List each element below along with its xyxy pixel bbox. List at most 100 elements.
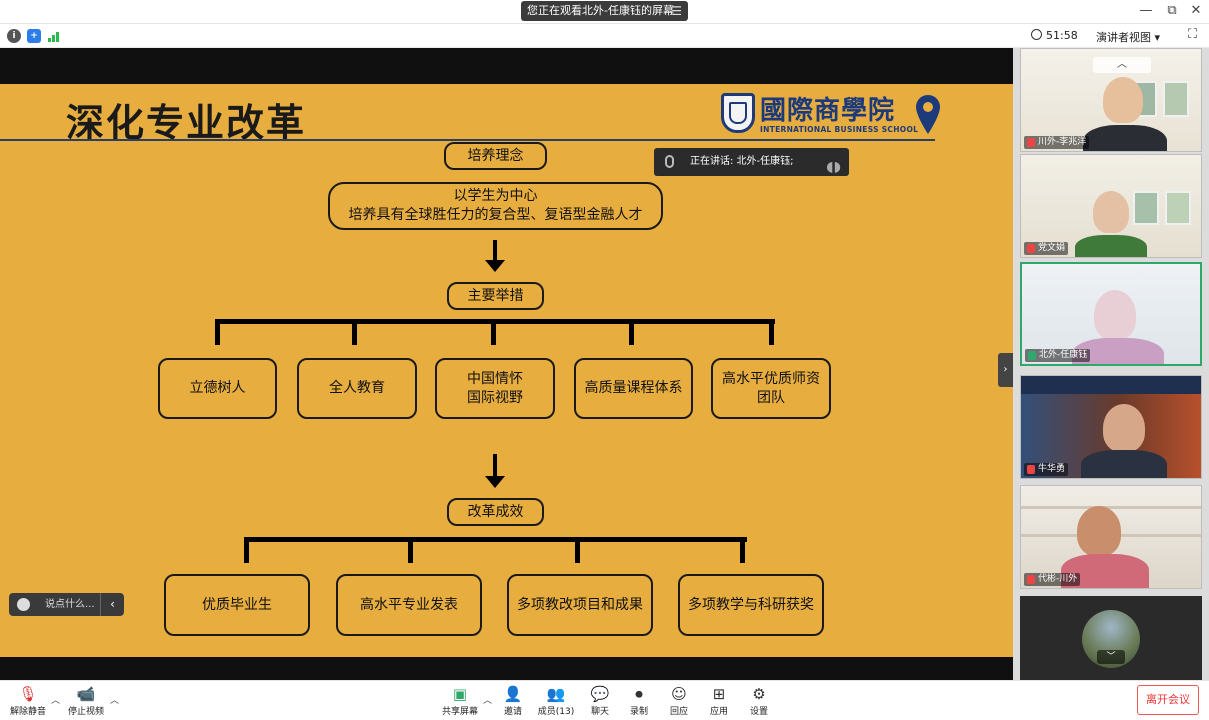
unmute-button[interactable]: 🎙 解除静音 [8, 684, 48, 720]
participant-body [1081, 450, 1167, 478]
meeting-toolbar: 🎙 解除静音 ︿ 📹 停止视频 ︿ ▣ 共享屏幕 ︿ 👤 邀请 👥 成员(13)… [0, 680, 1209, 720]
philosophy-box: 以学生为中心 培养具有全球胜任力的复合型、复语型金融人才 [328, 182, 663, 230]
chat-input[interactable]: 说点什么... ‹ [9, 593, 124, 616]
presentation-slide: 深化专业改革 國際商學院 INTERNATIONAL BUSINESS SCHO… [0, 84, 1013, 657]
audio-wave-icon: ◖◗ [826, 159, 841, 175]
stop-video-label: 停止视频 [67, 707, 104, 717]
outcome-box: 多项教改项目和成果 [507, 574, 653, 636]
outcome-label: 多项教学与科研获奖 [688, 596, 814, 613]
active-mic-icon [1028, 351, 1036, 360]
collapse-chevron-icon[interactable]: ‹ [100, 593, 124, 616]
info-icon[interactable]: i [7, 29, 21, 43]
participant-name-tag: 北外-任康钰 [1025, 349, 1091, 362]
participant-name-tag: 牛华勇 [1024, 463, 1069, 476]
apps-button[interactable]: ⊞ 应用 [704, 684, 734, 720]
minimize-button[interactable]: — [1136, 3, 1156, 19]
members-label: 成员(13) [537, 707, 575, 717]
bracket-tick [769, 319, 774, 345]
audio-options-caret-icon[interactable]: ︿ [51, 693, 60, 706]
video-tile-active-speaker[interactable]: 北外-任康钰 [1020, 262, 1202, 366]
scroll-down-chevron-icon[interactable]: ﹀ [1097, 650, 1125, 664]
unmute-label: 解除静音 [9, 707, 46, 717]
muted-mic-icon [1027, 138, 1035, 147]
share-screen-label: 共享屏幕 [441, 707, 478, 717]
reactions-button[interactable]: ☺ 回应 [664, 684, 694, 720]
panel-toggle-button[interactable]: › [998, 353, 1013, 387]
participant-body [1083, 125, 1167, 151]
bracket-tick [575, 537, 580, 563]
view-mode-dropdown[interactable]: 演讲者视图 ▾ [1096, 29, 1160, 45]
outcome-label: 高水平专业发表 [360, 596, 458, 613]
scroll-up-chevron-icon[interactable]: ︿ [1093, 57, 1151, 73]
outcome-label: 多项教改项目和成果 [517, 596, 643, 613]
gear-icon: ⚙ [752, 685, 766, 703]
measure-box: 中国情怀 国际视野 [435, 358, 555, 419]
share-screen-icon: ▣ [452, 685, 468, 703]
chat-bubble-icon: 💬 [590, 685, 610, 703]
meeting-info-bar: i + 51:58 演讲者视图 ▾ ⛶ [0, 24, 1209, 48]
outcome-box: 高水平专业发表 [336, 574, 482, 636]
title-bar: 您正在观看北外-任康钰的屏幕 ☰ — ⧉ ✕ [0, 0, 1209, 24]
emoji-icon[interactable] [17, 598, 30, 611]
record-button[interactable]: ⏺ 录制 [624, 684, 654, 720]
restore-button[interactable]: ⧉ [1162, 3, 1182, 19]
bracket-tick [215, 319, 220, 345]
video-tile[interactable]: 代彬-川外 [1020, 485, 1202, 589]
philosophy-heading: 培养理念 [444, 142, 547, 170]
video-tile[interactable]: ︿ 川外-李兆洋 [1020, 48, 1202, 152]
title-divider [0, 139, 935, 141]
fullscreen-icon[interactable]: ⛶ [1188, 27, 1197, 42]
measure-box: 立德树人 [158, 358, 277, 419]
reaction-icon: ☺ [671, 685, 687, 703]
down-arrow-1 [485, 240, 505, 272]
participant-face [1103, 404, 1145, 452]
video-tile[interactable]: 党文娟 [1020, 154, 1202, 258]
watching-screen-banner[interactable]: 您正在观看北外-任康钰的屏幕 ☰ [521, 1, 688, 21]
participant-name-tag: 党文娟 [1024, 242, 1069, 255]
menu-icon[interactable]: ☰ [671, 1, 682, 21]
shield-icon[interactable]: + [27, 29, 41, 43]
speaking-indicator[interactable]: 正在讲话: 北外-任康钰; ◖◗ [654, 148, 849, 176]
chat-button[interactable]: 💬 聊天 [585, 684, 615, 720]
stop-video-button[interactable]: 📹 停止视频 [66, 684, 106, 720]
close-button[interactable]: ✕ [1186, 3, 1206, 19]
chat-placeholder: 说点什么... [45, 599, 95, 610]
location-pin-icon [916, 95, 940, 134]
apps-label: 应用 [709, 707, 728, 717]
video-options-caret-icon[interactable]: ︿ [110, 693, 119, 706]
share-options-caret-icon[interactable]: ︿ [483, 693, 492, 706]
measure-box: 高水平优质师资 团队 [711, 358, 831, 419]
participant-avatar-tile[interactable]: ﹀ [1020, 596, 1202, 680]
settings-button[interactable]: ⚙ 设置 [744, 684, 774, 720]
participant-face [1094, 290, 1136, 340]
outcomes-heading: 改革成效 [447, 498, 544, 526]
outcome-box: 多项教学与科研获奖 [678, 574, 824, 636]
outcomes-heading-label: 改革成效 [467, 503, 524, 520]
school-logo-english: INTERNATIONAL BUSINESS SCHOOL [760, 125, 919, 134]
elapsed-time: 51:58 [1046, 29, 1078, 42]
shared-screen-area: 深化专业改革 國際商學院 INTERNATIONAL BUSINESS SCHO… [0, 48, 1013, 680]
participant-name-tag: 代彬-川外 [1024, 573, 1081, 586]
measure-label: 立德树人 [189, 380, 246, 396]
chat-label: 聊天 [590, 707, 609, 717]
invite-button[interactable]: 👤 邀请 [498, 684, 528, 720]
muted-mic-icon [1027, 465, 1035, 474]
participant-name-tag: 川外-李兆洋 [1024, 136, 1090, 149]
share-screen-button[interactable]: ▣ 共享屏幕 [440, 684, 480, 720]
participant-face [1093, 191, 1129, 233]
network-signal-icon[interactable] [48, 30, 62, 42]
meeting-timer: 51:58 [1031, 29, 1078, 42]
video-tile[interactable]: 牛华勇 [1020, 375, 1202, 479]
participant-face [1103, 77, 1143, 123]
members-button[interactable]: 👥 成员(13) [536, 684, 576, 720]
measure-label: 全人教育 [329, 380, 385, 396]
record-icon: ⏺ [635, 685, 643, 703]
invite-label: 邀请 [503, 707, 522, 717]
video-camera-icon: 📹 [76, 685, 96, 703]
invite-person-icon: 👤 [503, 685, 523, 703]
microphone-icon [665, 155, 674, 168]
participant-body [1075, 235, 1147, 257]
leave-meeting-button[interactable]: 离开会议 [1137, 685, 1199, 715]
philosophy-line-1: 以学生为中心 [453, 188, 538, 204]
speaking-text: 正在讲话: 北外-任康钰; [690, 156, 794, 167]
